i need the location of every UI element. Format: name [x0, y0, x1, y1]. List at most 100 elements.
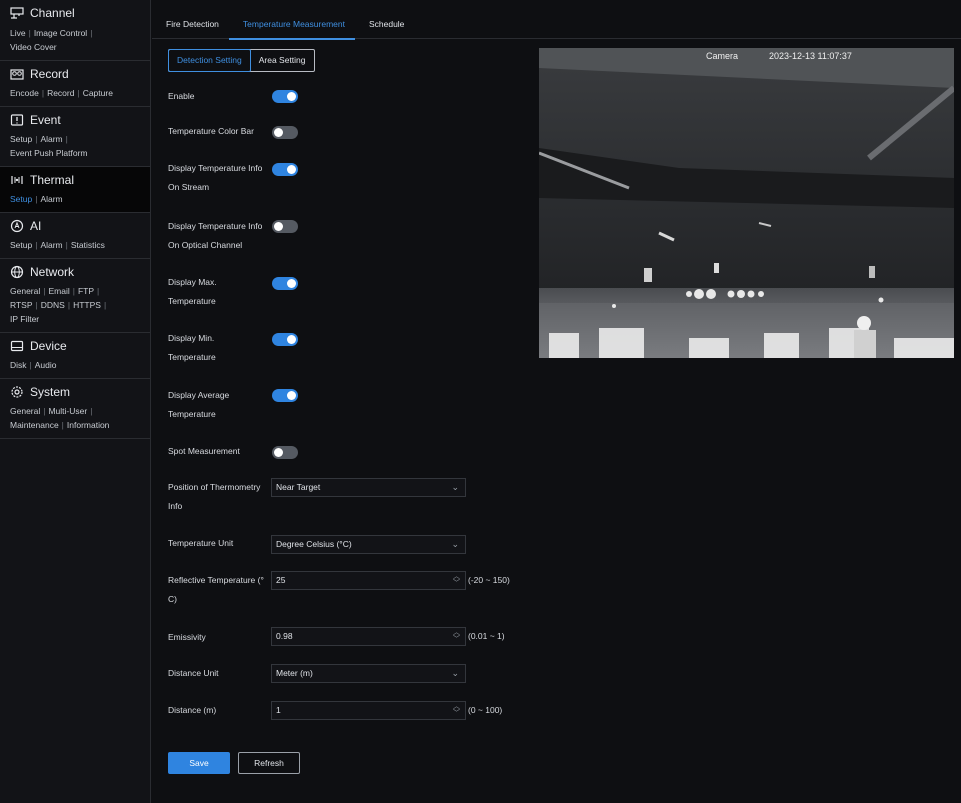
sidebar-link-ip-filter[interactable]: IP Filter	[10, 314, 39, 324]
sidebar-section-network: Network General | Email | FTP | RTSP | DDNS | HTT…	[0, 259, 150, 333]
sidebar-link-maintenance[interactable]: Maintenance	[10, 420, 59, 430]
sidebar-link-event-setup[interactable]: Setup	[10, 134, 32, 144]
sidebar-section-ai: AI Setup | Alarm | Statistics	[0, 213, 150, 259]
subtab-detection-setting[interactable]: Detection Setting	[168, 49, 251, 72]
min-temp-toggle[interactable]	[272, 333, 298, 346]
subtab-group: Detection Setting Area Setting	[168, 49, 315, 72]
info-stream-label: Display Temperature Info On Stream	[168, 162, 262, 199]
chevron-down-icon: ⌄	[451, 668, 459, 678]
sidebar-title-device: Device	[30, 338, 67, 353]
sidebar-link-audio[interactable]: Audio	[35, 360, 57, 370]
sidebar-links-channel: Live | Image Control | Video Cover	[10, 28, 93, 52]
emissivity-label: Emissivity	[168, 632, 206, 642]
sidebar-title-thermal: Thermal	[30, 172, 75, 187]
sidebar-section-record: Record Encode | Record | Capture	[0, 61, 150, 107]
sidebar-link-multi-user[interactable]: Multi-User	[48, 406, 87, 416]
sidebar-header-network[interactable]: Network	[0, 259, 150, 284]
temp-unit-select-value: Degree Celsius (°C)	[276, 539, 352, 549]
sidebar-link-event-push-platform[interactable]: Event Push Platform	[10, 148, 87, 158]
sidebar-header-thermal[interactable]: Thermal	[0, 167, 150, 192]
distance-input-value: 1	[276, 705, 281, 715]
sidebar-section-event: Event Setup | Alarm | Event Push Platform	[0, 107, 150, 167]
info-optical-toggle[interactable]	[272, 220, 298, 233]
sidebar-link-https[interactable]: HTTPS	[73, 300, 101, 310]
sidebar-links-record: Encode | Record | Capture	[10, 88, 113, 98]
sidebar-link-rtsp[interactable]: RTSP	[10, 300, 33, 310]
position-select-value: Near Target	[276, 482, 321, 492]
camera-name-osd: Camera	[706, 51, 739, 61]
sidebar-header-channel[interactable]: Channel	[0, 0, 150, 26]
sidebar-link-information[interactable]: Information	[67, 420, 110, 430]
max-temp-toggle[interactable]	[272, 277, 298, 290]
sidebar-link-network-general[interactable]: General	[10, 286, 40, 296]
sidebar-title-network: Network	[30, 264, 75, 279]
timestamp-osd: 2023-12-13 11:07:37	[769, 51, 852, 61]
sidebar-links-device: Disk | Audio	[10, 360, 57, 370]
spot-label: Spot Measurement	[168, 446, 240, 456]
min-temp-label-line2: Temperature	[168, 352, 216, 362]
tab-temperature-measurement[interactable]: Temperature Measurement	[228, 0, 355, 40]
temp-unit-select[interactable]: Degree Celsius (°C) ⌄	[271, 535, 466, 554]
thermal-icon	[11, 175, 23, 184]
sidebar-link-email[interactable]: Email	[48, 286, 69, 296]
record-icon	[10, 68, 24, 80]
sidebar-link-thermal-alarm[interactable]: Alarm	[40, 194, 62, 204]
distance-input[interactable]: 1 ︿ ﹀	[271, 701, 466, 720]
refresh-button[interactable]: Refresh	[238, 752, 300, 774]
channel-icon	[10, 7, 24, 19]
sidebar-link-image-control[interactable]: Image Control	[34, 28, 87, 38]
info-stream-toggle[interactable]	[272, 163, 298, 176]
sidebar-header-event[interactable]: Event	[0, 107, 150, 132]
distance-unit-select[interactable]: Meter (m) ⌄	[271, 664, 466, 683]
sidebar-link-live[interactable]: Live	[10, 28, 26, 38]
enable-toggle[interactable]	[272, 90, 298, 103]
sidebar-header-system[interactable]: System	[0, 379, 150, 404]
tab-schedule[interactable]: Schedule	[355, 0, 414, 38]
sidebar-link-ftp[interactable]: FTP	[78, 286, 94, 296]
sidebar-link-event-alarm[interactable]: Alarm	[40, 134, 62, 144]
sidebar-section-system: System General | Multi-User | Maintenance | I…	[0, 379, 150, 439]
avg-temp-toggle[interactable]	[272, 389, 298, 402]
emissivity-input-value: 0.98	[276, 631, 293, 641]
info-optical-label-line2: On Optical Channel	[168, 240, 243, 250]
sidebar-link-encode[interactable]: Encode	[10, 88, 39, 98]
spinner-icon[interactable]: ︿ ﹀	[453, 573, 460, 587]
sidebar-link-ddns[interactable]: DDNS	[41, 300, 65, 310]
sidebar-link-thermal-setup[interactable]: Setup	[10, 194, 32, 204]
position-select[interactable]: Near Target ⌄	[271, 478, 466, 497]
reflective-range: (-20 ~ 150)	[468, 575, 510, 585]
reflective-label: Reflective Temperature (° C)	[168, 574, 264, 611]
sidebar-link-ai-statistics[interactable]: Statistics	[71, 240, 105, 250]
sidebar-link-record[interactable]: Record	[47, 88, 74, 98]
color-bar-toggle[interactable]	[272, 126, 298, 139]
reflective-label-line2: C)	[168, 594, 177, 604]
system-gear-icon	[11, 385, 23, 398]
sidebar-link-video-cover[interactable]: Video Cover	[10, 42, 57, 52]
spinner-icon[interactable]: ︿ ﹀	[453, 629, 460, 643]
avg-temp-label-line2: Temperature	[168, 409, 216, 419]
sidebar: Channel Live | Image Control | Video Cover …	[0, 0, 151, 803]
enable-label: Enable	[168, 91, 195, 101]
spot-toggle[interactable]	[272, 446, 298, 459]
reflective-input[interactable]: 25 ︿ ﹀	[271, 571, 466, 590]
distance-unit-select-value: Meter (m)	[276, 668, 313, 678]
sidebar-section-channel: Channel Live | Image Control | Video Cover	[0, 0, 150, 61]
sidebar-header-ai[interactable]: AI	[0, 213, 150, 238]
spinner-icon[interactable]: ︿ ﹀	[453, 703, 460, 717]
chevron-down-icon: ⌄	[451, 482, 459, 492]
save-button[interactable]: Save	[168, 752, 230, 774]
sidebar-link-ai-alarm[interactable]: Alarm	[40, 240, 62, 250]
sidebar-header-record[interactable]: Record	[0, 61, 150, 86]
sidebar-link-system-general[interactable]: General	[10, 406, 40, 416]
chevron-down-icon: ⌄	[451, 539, 459, 549]
sidebar-header-device[interactable]: Device	[0, 333, 150, 358]
sidebar-link-disk[interactable]: Disk	[10, 360, 27, 370]
subtab-area-setting[interactable]: Area Setting	[251, 50, 314, 71]
emissivity-range: (0.01 ~ 1)	[468, 631, 505, 641]
sidebar-link-ai-setup[interactable]: Setup	[10, 240, 32, 250]
sidebar-link-capture[interactable]: Capture	[83, 88, 113, 98]
info-stream-label-line1: Display Temperature Info	[168, 163, 263, 173]
tab-fire-detection[interactable]: Fire Detection	[152, 0, 229, 38]
thermal-video-preview[interactable]: Camera 2023-12-13 11:07:37	[539, 48, 954, 358]
emissivity-input[interactable]: 0.98 ︿ ﹀	[271, 627, 466, 646]
